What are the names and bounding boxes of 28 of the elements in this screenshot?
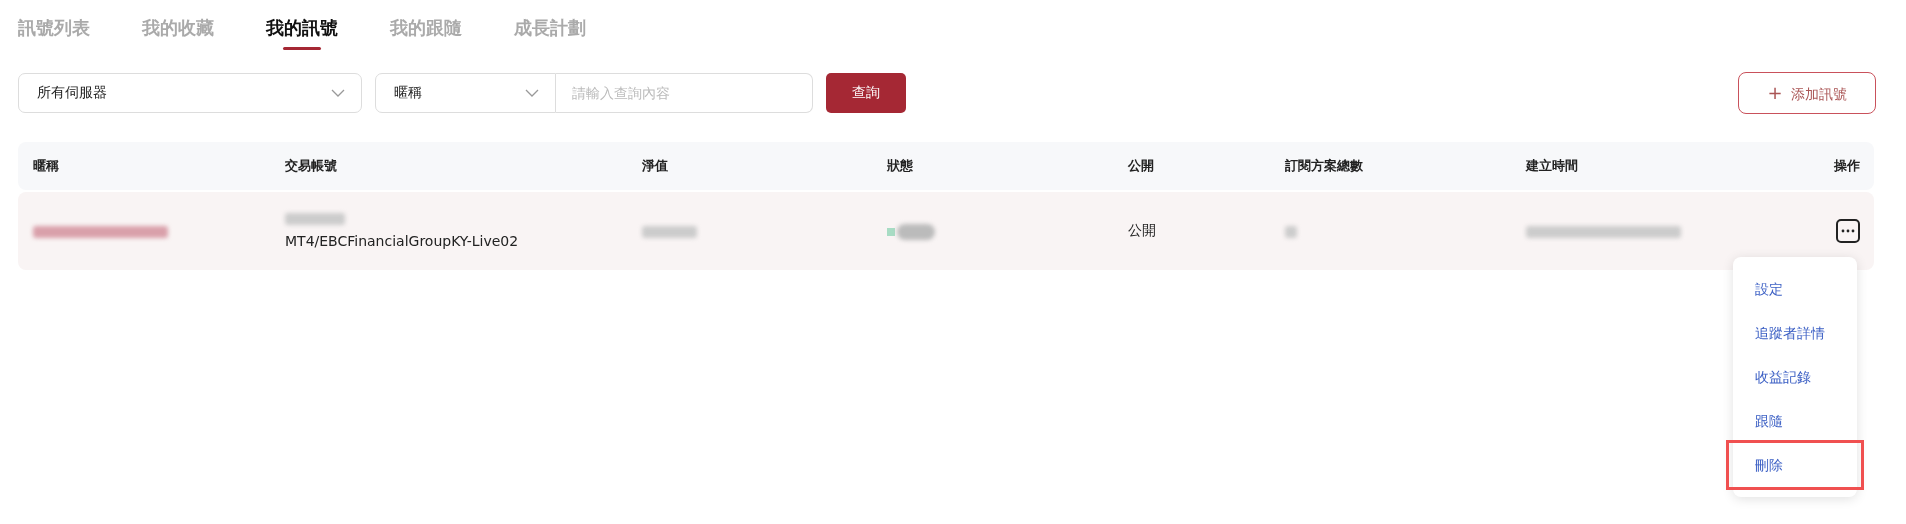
redacted-text	[642, 226, 697, 238]
column-header: 公開	[1128, 158, 1154, 173]
search-field[interactable]: 請輸入查詢內容	[556, 73, 813, 113]
more-icon[interactable]	[1836, 219, 1860, 243]
menu-item[interactable]: 設定	[1733, 267, 1857, 311]
menu-item[interactable]: 收益記錄	[1733, 355, 1857, 399]
column-header: 暱稱	[33, 158, 59, 173]
column-header: 操作	[1834, 157, 1860, 175]
redacted-status	[887, 223, 935, 240]
menu-item[interactable]: 跟隨	[1733, 399, 1857, 443]
chevron-down-icon	[525, 89, 539, 97]
column-header: 建立時間	[1526, 158, 1578, 173]
query-button[interactable]: 查詢	[826, 73, 906, 113]
field-select[interactable]: 暱稱	[375, 73, 556, 113]
server-select[interactable]: 所有伺服器	[18, 73, 362, 113]
tab[interactable]: 我的訊號	[266, 14, 338, 58]
column-header: 訂閱方案總數	[1285, 158, 1363, 173]
column-header: 交易帳號	[285, 158, 337, 173]
menu-item[interactable]: 刪除	[1729, 443, 1861, 487]
column-header: 淨值	[642, 158, 668, 173]
redacted-text	[1285, 226, 1297, 238]
table-cell: 公開	[1128, 222, 1156, 238]
add-signal-button[interactable]: + 添加訊號	[1738, 72, 1876, 114]
chevron-down-icon	[331, 89, 345, 97]
redacted-text	[285, 213, 345, 225]
menu-item[interactable]: 追蹤者詳情	[1733, 311, 1857, 355]
account-server: MT4/EBCFinancialGroupKY-Live02	[285, 233, 520, 249]
column-header: 狀態	[887, 158, 913, 173]
